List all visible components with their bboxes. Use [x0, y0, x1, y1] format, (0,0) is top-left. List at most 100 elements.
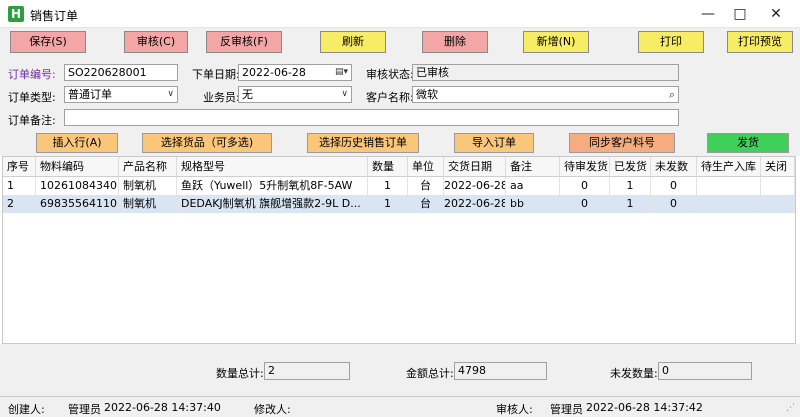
column-header[interactable]: 关闭: [761, 157, 795, 177]
creator-value: 管理员: [68, 403, 101, 416]
table-row-selected[interactable]: 2 69835564110 制氧机 DEDAKJ制氧机 旗舰增强款2-9L D.…: [3, 195, 795, 213]
row-delivery-date: 2022-06-28: [444, 195, 506, 213]
auditor-label: 审核人:: [496, 403, 533, 416]
insert-row-button[interactable]: 插入行(A): [36, 133, 118, 153]
unshipped-total-label: 未发数量:: [610, 367, 658, 380]
row-remark: aa: [506, 177, 560, 195]
column-header[interactable]: 序号: [3, 157, 36, 177]
row-seq: 2: [3, 195, 36, 213]
auditor-value: 管理员: [550, 403, 583, 416]
unaudit-button[interactable]: 反审核(F): [206, 31, 282, 53]
delete-button[interactable]: 删除: [422, 31, 488, 53]
order-date-value: 2022-06-28: [242, 66, 306, 79]
row-pending-ship: 0: [560, 195, 610, 213]
row-seq: 1: [3, 177, 36, 195]
audit-status-field: 已审核: [412, 64, 679, 81]
row-spec: DEDAKJ制氧机 旗舰增强款2-9L D...: [177, 195, 368, 213]
column-header[interactable]: 物料编码: [36, 157, 119, 177]
column-header[interactable]: 产品名称: [119, 157, 177, 177]
row-pending-ship: 0: [560, 177, 610, 195]
order-type-value: 普通订单: [68, 88, 112, 101]
column-header[interactable]: 数量: [368, 157, 408, 177]
amount-total-label: 金额总计:: [406, 367, 454, 380]
order-no-field[interactable]: SO220628001: [64, 64, 178, 81]
salesman-label: 业务员:: [203, 91, 240, 104]
order-type-select[interactable]: 普通订单 ∨: [64, 86, 178, 103]
refresh-button[interactable]: 刷新: [320, 31, 386, 53]
column-header[interactable]: 待生产入库: [697, 157, 761, 177]
modifier-label: 修改人:: [254, 403, 291, 416]
totals-panel: 数量总计: 2 金额总计: 4798 未发数量: 0: [0, 344, 800, 396]
resize-grip-icon[interactable]: ⋰: [786, 403, 795, 413]
row-unshipped: 0: [651, 195, 697, 213]
row-unit: 台: [408, 195, 444, 213]
row-remark: bb: [506, 195, 560, 213]
order-type-label: 订单类型:: [8, 91, 56, 104]
remark-label: 订单备注:: [8, 114, 56, 127]
row-product-name: 制氧机: [119, 177, 177, 195]
app-logo-icon: H: [8, 6, 24, 22]
select-history-order-button[interactable]: 选择历史销售订单: [307, 133, 419, 153]
remark-input[interactable]: [64, 109, 679, 126]
table-row[interactable]: 1 10261084340 制氧机 鱼跃（Yuwell）5升制氧机8F-5AW …: [3, 177, 795, 195]
row-pending-production: [697, 195, 761, 213]
column-header[interactable]: 交货日期: [444, 157, 506, 177]
salesman-select[interactable]: 无 ∨: [238, 86, 352, 103]
row-shipped: 1: [610, 195, 651, 213]
row-item-code: 10261084340: [36, 177, 119, 195]
print-button[interactable]: 打印: [638, 31, 704, 53]
column-header[interactable]: 待审发货: [560, 157, 610, 177]
order-lines-table: 序号 物料编码 产品名称 规格型号 数量 单位 交货日期 备注 待审发货 已发货…: [2, 156, 796, 344]
maximize-icon[interactable]: □: [722, 0, 758, 28]
amount-total-field: 4798: [454, 362, 547, 380]
minimize-icon[interactable]: —: [690, 0, 726, 28]
print-preview-button[interactable]: 打印预览: [727, 31, 793, 53]
row-shipped: 1: [610, 177, 651, 195]
row-qty: 1: [368, 177, 408, 195]
chevron-down-icon[interactable]: ∨: [341, 87, 348, 102]
chevron-down-icon[interactable]: ∨: [167, 87, 174, 102]
audit-status-label: 审核状态:: [366, 68, 414, 81]
save-button[interactable]: 保存(S): [10, 31, 86, 53]
search-icon[interactable]: ⌕: [669, 87, 675, 102]
row-spec: 鱼跃（Yuwell）5升制氧机8F-5AW: [177, 177, 368, 195]
row-pending-production: [697, 177, 761, 195]
salesman-value: 无: [242, 88, 253, 101]
customer-label: 客户名称:: [366, 91, 414, 104]
close-icon[interactable]: ✕: [758, 0, 794, 28]
column-header[interactable]: 已发货: [610, 157, 651, 177]
column-header[interactable]: 未发数: [651, 157, 697, 177]
window-title: 销售订单: [30, 9, 79, 23]
customer-field[interactable]: 微软 ⌕: [412, 86, 679, 103]
row-qty: 1: [368, 195, 408, 213]
import-order-button[interactable]: 导入订单: [454, 133, 534, 153]
toolbar: 保存(S) 审核(C) 反审核(F) 刷新 删除 新增(N) 打印 打印预览: [0, 28, 800, 56]
order-date-picker[interactable]: 2022-06-28 ▤▾: [238, 64, 352, 81]
row-unit: 台: [408, 177, 444, 195]
order-no-label: 订单编号:: [8, 68, 56, 81]
row-unshipped: 0: [651, 177, 697, 195]
column-header[interactable]: 规格型号: [177, 157, 368, 177]
order-form: 订单编号: SO220628001 下单日期: 2022-06-28 ▤▾ 审核…: [0, 56, 800, 156]
created-time: 2022-06-28 14:37:40: [104, 401, 221, 414]
creator-label: 创建人:: [8, 403, 45, 416]
audit-button[interactable]: 审核(C): [124, 31, 188, 53]
title-bar: H 销售订单 — □ ✕: [0, 0, 800, 28]
ship-button[interactable]: 发货: [707, 133, 789, 153]
column-header[interactable]: 备注: [506, 157, 560, 177]
qty-total-label: 数量总计:: [216, 367, 264, 380]
row-delivery-date: 2022-06-28: [444, 177, 506, 195]
row-closed: [761, 195, 795, 213]
status-bar: 创建人: 管理员 2022-06-28 14:37:40 修改人: 审核人: 管…: [0, 396, 800, 417]
select-goods-button[interactable]: 选择货品（可多选): [142, 133, 272, 153]
row-closed: [761, 177, 795, 195]
audited-time: 2022-06-28 14:37:42: [586, 401, 703, 414]
qty-total-field: 2: [264, 362, 350, 380]
row-item-code: 69835564110: [36, 195, 119, 213]
calendar-dropdown-icon[interactable]: ▤▾: [335, 65, 348, 80]
customer-value: 微软: [416, 88, 438, 101]
unshipped-total-field: 0: [658, 362, 752, 380]
column-header[interactable]: 单位: [408, 157, 444, 177]
add-button[interactable]: 新增(N): [523, 31, 589, 53]
sync-customer-part-button[interactable]: 同步客户料号: [569, 133, 675, 153]
